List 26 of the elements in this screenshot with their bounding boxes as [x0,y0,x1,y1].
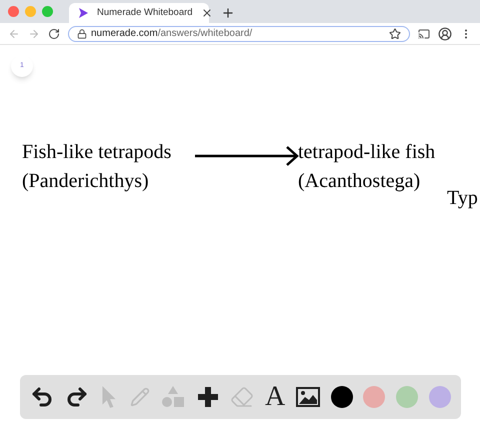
bookmark-star-icon[interactable] [389,28,401,40]
undo-icon[interactable] [30,385,54,409]
color-swatch[interactable] [428,386,451,408]
text-tool[interactable]: A [265,383,286,411]
close-tab-icon[interactable] [200,7,213,19]
reload-icon[interactable] [48,28,60,40]
color-swatch[interactable] [330,386,353,408]
color-swatch[interactable] [363,386,386,408]
canvas-text: (Panderichthys) [22,169,150,194]
browser-tab[interactable]: Numerade Whiteboard [69,3,209,23]
profile-icon[interactable] [438,26,452,40]
image-icon[interactable] [296,385,320,409]
play-logo-icon [77,7,89,19]
canvas-text: (Acanthostega) [298,169,422,194]
address-bar[interactable]: numerade.com/answers/whiteboard/ [68,26,410,42]
canvas-text: Fish-like tetrapods [22,140,172,165]
tab-title: Numerade Whiteboard [97,6,193,20]
new-tab-icon[interactable] [221,6,235,20]
redo-icon[interactable] [64,385,89,409]
canvas-text: tetrapod-like fish [298,140,436,165]
cast-icon[interactable] [418,28,430,40]
color-swatch[interactable] [396,386,418,408]
canvas-text: Typ [447,186,478,211]
lock-icon [77,28,87,38]
url-text: numerade.com/answers/whiteboard/ [91,27,254,41]
plus-icon[interactable] [196,385,220,409]
